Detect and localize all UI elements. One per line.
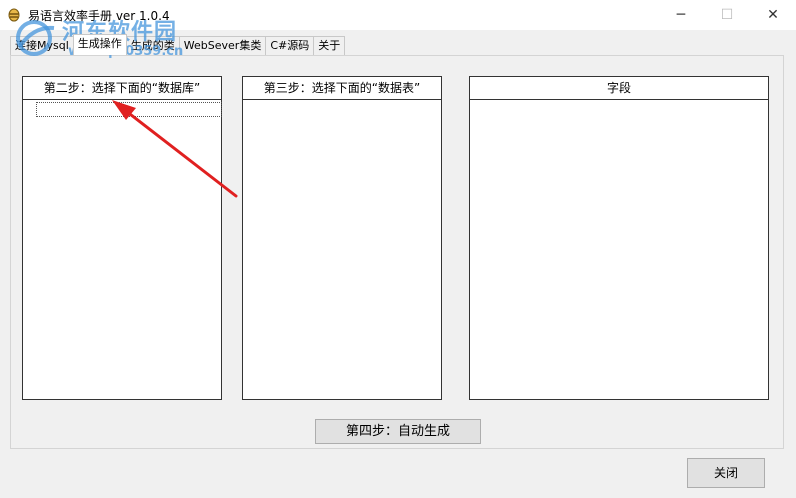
database-list-item[interactable] — [36, 102, 222, 117]
fields-list[interactable]: 字段 — [469, 76, 769, 400]
tab-generate-operations[interactable]: 生成操作 — [72, 34, 127, 55]
app-icon — [8, 8, 20, 22]
close-icon: ✕ — [767, 7, 779, 23]
table-list[interactable]: 第三步：选择下面的“数据表” — [242, 76, 442, 400]
tab-csharp-source[interactable]: C#源码 — [265, 36, 315, 55]
database-list-header: 第二步：选择下面的“数据库” — [23, 77, 221, 100]
table-list-header: 第三步：选择下面的“数据表” — [243, 77, 441, 100]
window-title: 易语言效率手册 ver 1.0.4 — [28, 9, 170, 23]
close-button[interactable]: 关闭 — [687, 458, 765, 488]
tab-webservice[interactable]: WebSever集类 — [178, 36, 267, 55]
auto-generate-button[interactable]: 第四步：自动生成 — [315, 419, 481, 444]
tab-about[interactable]: 关于 — [313, 36, 346, 55]
tab-strip: 连接Mysql 生成操作 生成的类 WebSever集类 C#源码 关于 — [10, 34, 346, 56]
title-bar: 易语言效率手册 ver 1.0.4 ─ ☐ ✕ — [0, 0, 796, 30]
minimize-icon: ─ — [676, 7, 686, 23]
minimize-button[interactable]: ─ — [658, 0, 704, 30]
maximize-icon: ☐ — [720, 7, 734, 23]
fields-list-header: 字段 — [470, 77, 768, 100]
maximize-button[interactable]: ☐ — [704, 0, 750, 30]
database-list[interactable]: 第二步：选择下面的“数据库” — [22, 76, 222, 400]
tab-generated-classes[interactable]: 生成的类 — [125, 36, 180, 55]
close-window-button[interactable]: ✕ — [750, 0, 796, 30]
tab-mysql[interactable]: 连接Mysql — [10, 36, 74, 55]
